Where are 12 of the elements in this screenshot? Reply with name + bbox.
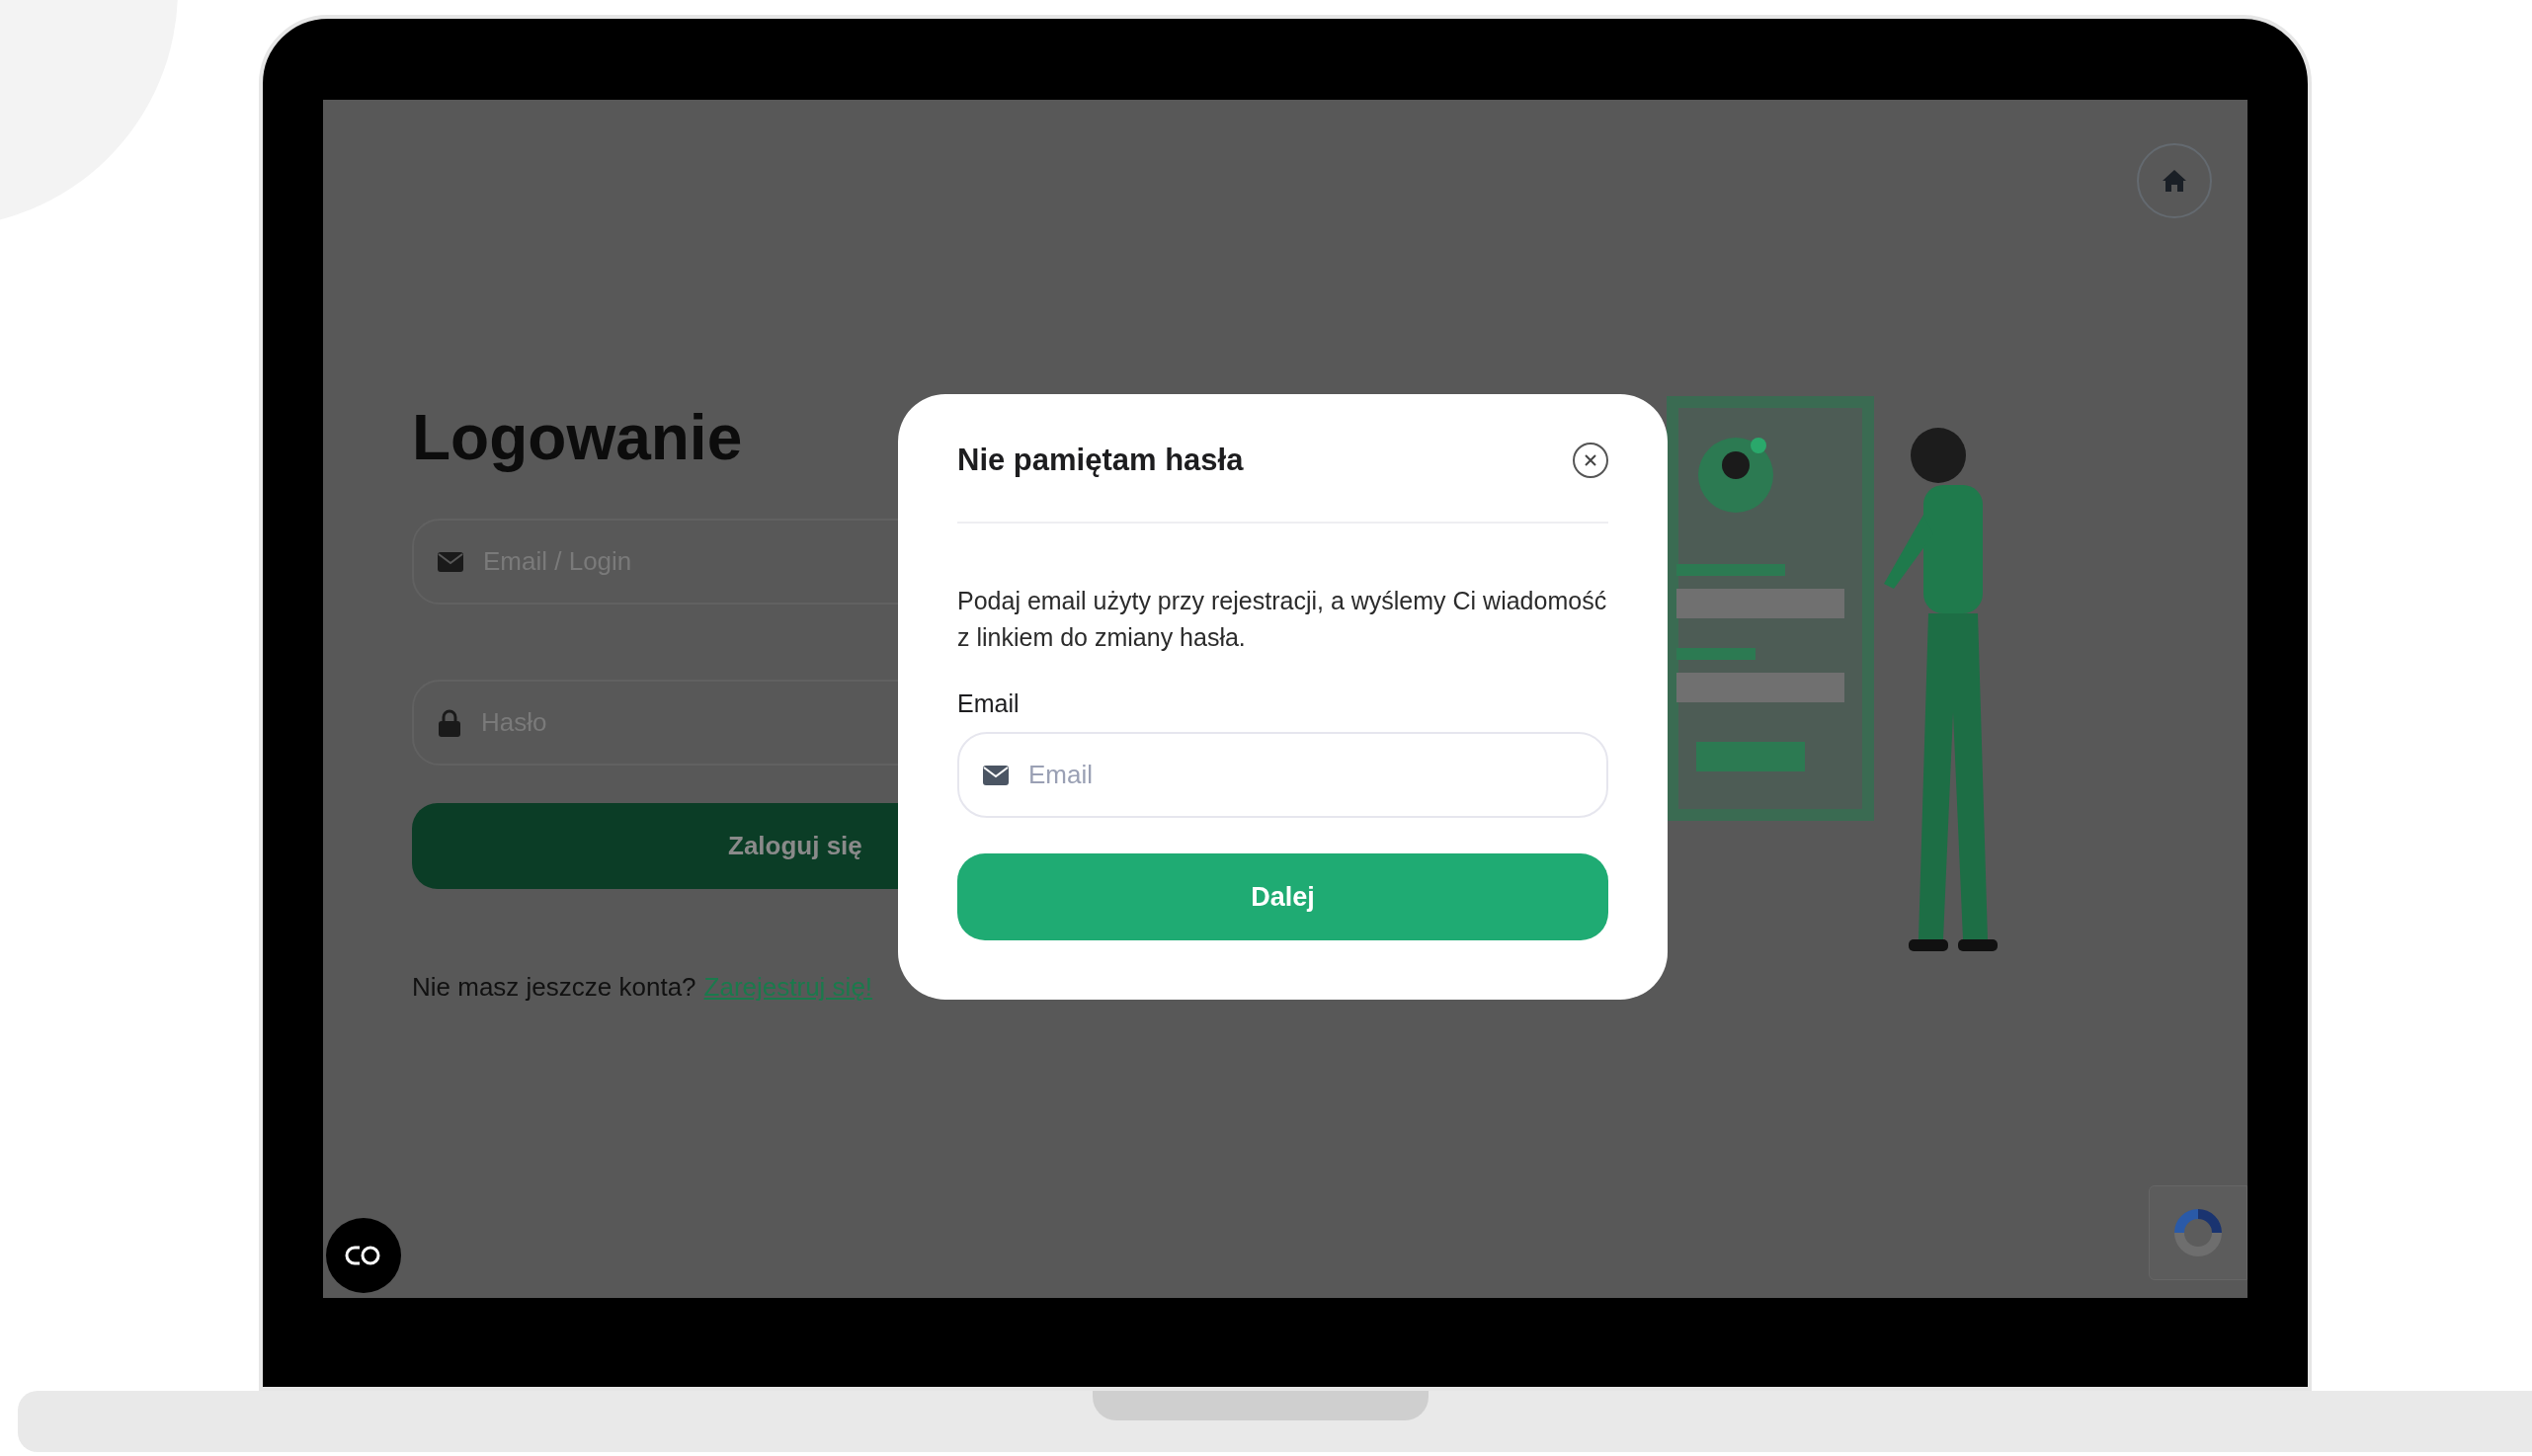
mail-icon [983, 765, 1009, 785]
email-input[interactable]: Email [1028, 756, 1522, 794]
email-field[interactable]: Email [957, 732, 1608, 818]
next-button[interactable]: Dalej [957, 853, 1608, 940]
close-icon [1584, 453, 1597, 468]
lock-icon [438, 708, 461, 737]
home-icon [2162, 169, 2187, 193]
home-button[interactable] [2137, 143, 2212, 218]
dialog-title: Nie pamiętam hasła [957, 442, 1244, 479]
close-button[interactable] [1573, 443, 1608, 479]
no-account-text: Nie masz jeszcze konta? [412, 971, 696, 1004]
mail-icon [438, 551, 463, 572]
